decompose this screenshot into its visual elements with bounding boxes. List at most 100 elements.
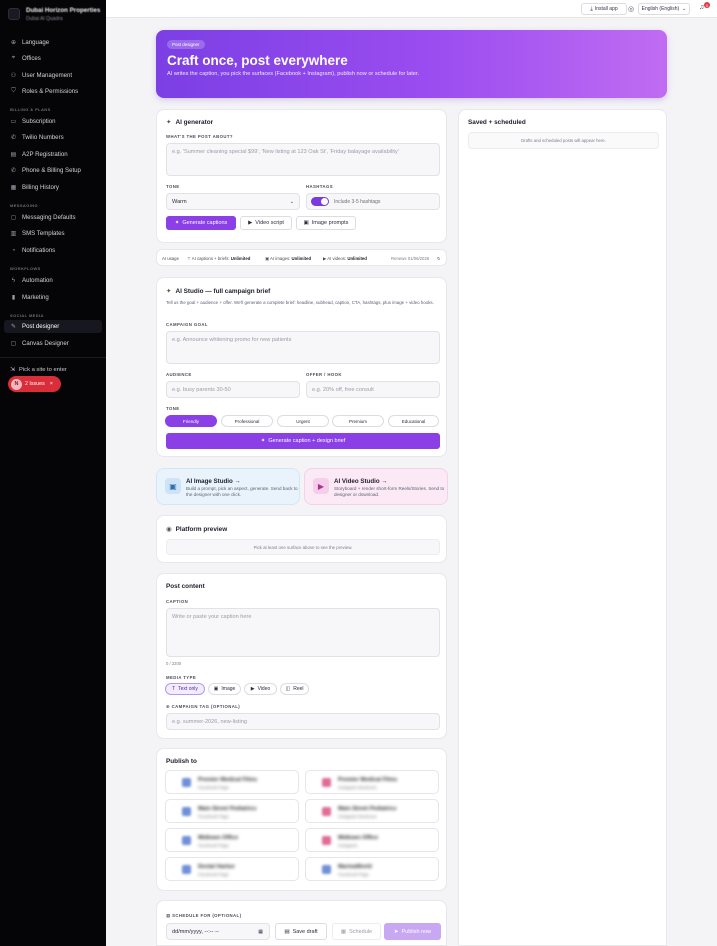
sparkle-icon: ✦ bbox=[174, 220, 180, 226]
offer-input[interactable]: e.g. 20% off, free consult bbox=[306, 381, 440, 398]
account-option[interactable]: Premier Medical Films Instagram Business bbox=[305, 770, 439, 794]
studio-tone-label: TONE bbox=[166, 406, 180, 411]
media-text-only[interactable]: T Text only bbox=[165, 683, 205, 695]
globe-icon[interactable]: ◎ bbox=[626, 4, 636, 14]
account-option[interactable]: Premier Medical Films Facebook Page bbox=[165, 770, 299, 794]
sidebar-item-subscription[interactable]: ▭ Subscription bbox=[4, 115, 102, 128]
topbar: ⤓ Install app ◎ English (English) ⌄ ♫ 0 bbox=[106, 0, 717, 18]
issues-badge[interactable]: N 2 Issues × bbox=[8, 376, 61, 392]
schedule-button[interactable]: ▦ Schedule bbox=[332, 923, 381, 940]
sidebar-item-user-management[interactable]: ⚇ User Management bbox=[4, 69, 102, 82]
usage-captions: ⊤ AI captions + briefs: Unlimited bbox=[187, 256, 251, 261]
image-prompts-button[interactable]: ▣ Image prompts bbox=[296, 216, 356, 230]
sidebar-item-notifications[interactable]: ◔ Notifications bbox=[4, 244, 102, 257]
account-option[interactable]: MarinaWorld Facebook Page bbox=[305, 857, 439, 881]
account-option[interactable]: Main Street Pediatrics Instagram Business bbox=[305, 799, 439, 823]
tone-chip-professional[interactable]: Professional bbox=[221, 415, 273, 427]
users-icon: ⚇ bbox=[10, 73, 17, 79]
caption-textarea[interactable]: Write or paste your caption here bbox=[166, 608, 440, 657]
hero-subtitle: AI writes the caption, you pick the surf… bbox=[167, 71, 419, 77]
hero-pill: Post designer bbox=[167, 40, 205, 49]
media-video[interactable]: ▶ Video bbox=[244, 683, 277, 695]
refresh-icon[interactable]: ↻ bbox=[437, 256, 441, 262]
account-avatar bbox=[182, 836, 191, 845]
account-option[interactable]: Midtown Office Facebook Page bbox=[165, 828, 299, 852]
tone-chip-friendly[interactable]: Friendly bbox=[165, 415, 217, 427]
video-icon: ▶ bbox=[313, 478, 329, 494]
tone-select[interactable]: Warm ⌄ bbox=[166, 193, 300, 210]
sidebar-divider bbox=[0, 357, 106, 358]
saved-empty: Drafts and scheduled posts will appear h… bbox=[468, 132, 659, 149]
ai-image-studio-card[interactable]: ▣ AI Image Studio → Build a prompt, pick… bbox=[156, 468, 300, 505]
media-reel[interactable]: ◫ Reel bbox=[280, 683, 309, 695]
caption-counter: 0 / 2200 bbox=[166, 661, 182, 666]
install-app-button[interactable]: ⤓ Install app bbox=[581, 3, 627, 15]
media-image[interactable]: ▣ Image bbox=[208, 683, 241, 695]
campaign-tag-input[interactable]: e.g. summer-2026, new-listing bbox=[166, 713, 440, 730]
sidebar-item-language[interactable]: ⊕ Language bbox=[4, 36, 102, 49]
tone-chip-premium[interactable]: Premium bbox=[332, 415, 384, 427]
sidebar-item-marketing[interactable]: ▮ Marketing bbox=[4, 291, 102, 304]
schedule-datetime-input[interactable]: dd/mm/yyyy, --:-- -- ▦ bbox=[166, 923, 270, 940]
audience-label: AUDIENCE bbox=[166, 372, 192, 377]
notification-count-badge: 0 bbox=[704, 2, 710, 8]
sidebar-item-a2p[interactable]: ▤ A2P Registration bbox=[4, 148, 102, 161]
sidebar-item-roles[interactable]: ⛉ Roles & Permissions bbox=[4, 85, 102, 98]
ai-studio-title: ✦ AI Studio — full campaign brief bbox=[166, 287, 271, 296]
publish-now-button[interactable]: ➤ Publish now bbox=[384, 923, 441, 940]
account-type: Facebook Page bbox=[198, 814, 229, 819]
calendar-icon[interactable]: ▦ bbox=[258, 929, 263, 935]
enter-icon: ⇲ bbox=[10, 367, 16, 373]
account-type: Facebook Page bbox=[198, 872, 229, 877]
brand[interactable]: Dubai Horizon Properties Dubai Al Quadra bbox=[0, 0, 106, 30]
download-icon: ⤓ bbox=[590, 5, 593, 12]
question-input[interactable]: e.g. 'Summer cleaning special $99', 'New… bbox=[166, 143, 440, 176]
account-option[interactable]: Main Street Pediatrics Facebook Page bbox=[165, 799, 299, 823]
account-name: Midtown Office bbox=[338, 835, 379, 841]
campaign-tag-label: ⊕ CAMPAIGN TAG (OPTIONAL) bbox=[166, 704, 241, 709]
generate-captions-button[interactable]: ✦ Generate captions bbox=[166, 216, 236, 230]
sidebar-item-automation[interactable]: ϟ Automation bbox=[4, 274, 102, 287]
language-select[interactable]: English (English) ⌄ bbox=[638, 3, 690, 15]
account-name: Dental Harbor bbox=[198, 864, 235, 870]
sidebar-item-canvas-designer[interactable]: ▢ Canvas Designer bbox=[4, 337, 102, 350]
globe-icon: ⊕ bbox=[10, 40, 17, 46]
ai-generator-title: ✦ AI generator bbox=[166, 118, 214, 127]
sidebar-item-sms-templates[interactable]: ▥ SMS Templates bbox=[4, 227, 102, 240]
account-option[interactable]: Midtown Office Instagram bbox=[305, 828, 439, 852]
pick-site-link[interactable]: ⇲ Pick a site to enter bbox=[10, 366, 67, 374]
sidebar-item-offices[interactable]: ⌖ Offices bbox=[4, 52, 102, 65]
publish-title: Publish to bbox=[166, 758, 197, 765]
video-studio-desc: Storyboard + render short-form Reels/Sto… bbox=[334, 486, 445, 498]
pin-icon: ⌖ bbox=[11, 55, 16, 61]
audience-input[interactable]: e.g. busy parents 30-50 bbox=[166, 381, 300, 398]
sidebar-item-billing-history[interactable]: ▦ Billing History bbox=[4, 181, 102, 194]
image-studio-title: AI Image Studio → bbox=[186, 478, 241, 485]
ai-studio-desc: Tell us the goal + audience + offer. We'… bbox=[166, 300, 434, 305]
sidebar-item-post-designer[interactable]: ✎ Post designer bbox=[4, 320, 102, 333]
campaign-goal-input[interactable]: e.g. Announce whitening promo for new pa… bbox=[166, 331, 440, 364]
generate-brief-button[interactable]: ✦ Generate caption + design brief bbox=[166, 433, 440, 449]
caption-label: CAPTION bbox=[166, 599, 189, 604]
close-icon[interactable]: × bbox=[50, 381, 53, 387]
question-label: WHAT'S THE POST ABOUT? bbox=[166, 134, 233, 139]
card-icon: ▭ bbox=[10, 119, 17, 125]
account-name: Main Street Pediatrics bbox=[198, 806, 257, 812]
save-draft-button[interactable]: ▤ Save draft bbox=[275, 923, 327, 940]
nav-section-billing: BILLING & PLANS bbox=[10, 107, 51, 112]
sidebar-item-twilio[interactable]: ✆ Twilio Numbers bbox=[4, 131, 102, 144]
sidebar-item-messaging-defaults[interactable]: ◻ Messaging Defaults bbox=[4, 211, 102, 224]
usage-label: AI usage bbox=[162, 256, 179, 261]
ai-video-studio-card[interactable]: ▶ AI Video Studio → Storyboard + render … bbox=[304, 468, 448, 505]
hashtags-toggle[interactable] bbox=[311, 197, 329, 206]
tone-chip-urgent[interactable]: Urgent bbox=[277, 415, 329, 427]
post-content-title: Post content bbox=[166, 583, 205, 590]
video-script-button[interactable]: ▶ Video script bbox=[240, 216, 292, 230]
usage-videos: ▶ AI videos: Unlimited bbox=[323, 256, 367, 261]
phone-icon: ✆ bbox=[10, 168, 17, 174]
account-option[interactable]: Dental Harbor Facebook Page bbox=[165, 857, 299, 881]
tone-chip-educational[interactable]: Educational bbox=[388, 415, 439, 427]
goal-label: CAMPAIGN GOAL bbox=[166, 322, 208, 327]
account-name: MarinaWorld bbox=[338, 864, 372, 870]
sidebar-item-phone-billing[interactable]: ✆ Phone & Billing Setup bbox=[4, 164, 102, 177]
